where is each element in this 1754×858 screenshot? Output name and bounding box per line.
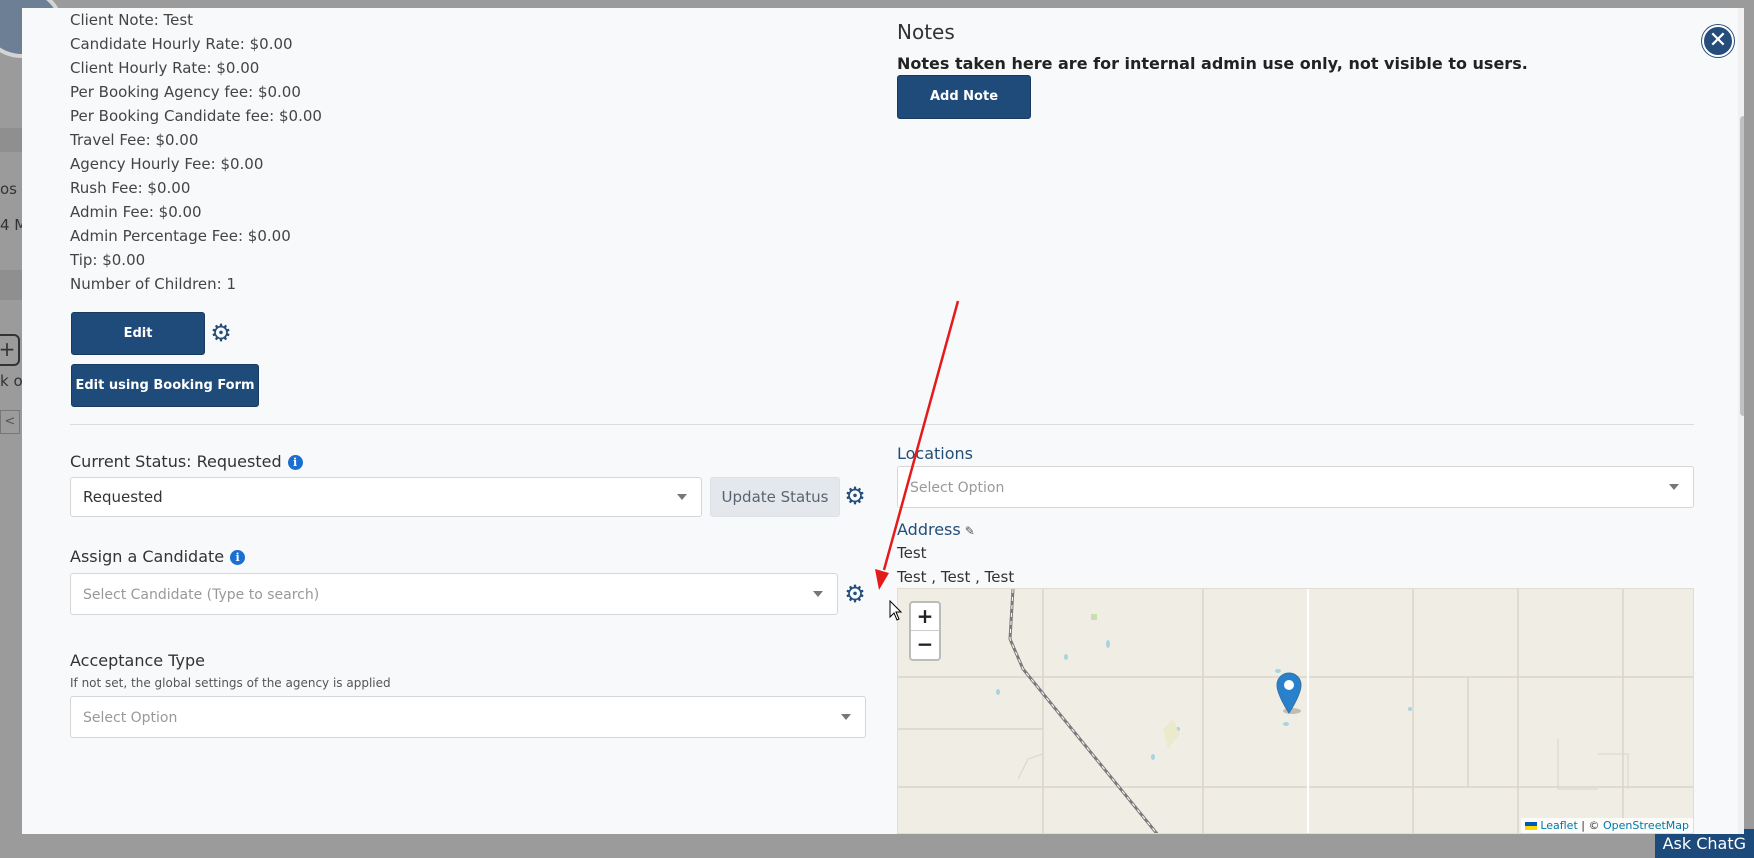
notes-title: Notes — [897, 20, 955, 44]
mouse-cursor-icon — [889, 600, 903, 621]
chevron-down-icon — [841, 714, 851, 720]
status-select[interactable]: Requested — [70, 477, 702, 517]
annotation-arrow — [875, 300, 960, 590]
edit-button[interactable]: Edit — [71, 312, 205, 355]
detail-per-booking-candidate-fee: Per Booking Candidate fee: $0.00 — [70, 107, 322, 125]
zoom-out-button[interactable]: − — [911, 631, 939, 659]
detail-rush-fee: Rush Fee: $0.00 — [70, 179, 191, 197]
detail-travel-fee: Travel Fee: $0.00 — [70, 131, 199, 149]
acceptance-type-label: Acceptance Type — [70, 651, 205, 670]
close-icon: ✕ — [1708, 28, 1728, 53]
background-text: k o — [0, 372, 23, 390]
notes-subtitle: Notes taken here are for internal admin … — [897, 54, 1528, 73]
detail-client-hourly-rate: Client Hourly Rate: $0.00 — [70, 59, 260, 77]
background-prev-button: < — [0, 410, 20, 434]
attribution-separator: | © — [1577, 819, 1603, 832]
detail-admin-percentage-fee: Admin Percentage Fee: $0.00 — [70, 227, 291, 245]
locations-select[interactable]: Select Option — [897, 466, 1694, 508]
edit-using-booking-form-button[interactable]: Edit using Booking Form — [71, 364, 259, 407]
acceptance-type-select[interactable]: Select Option — [70, 696, 866, 738]
acceptance-type-note: If not set, the global settings of the a… — [70, 676, 391, 690]
background-strip — [0, 270, 24, 300]
detail-candidate-hourly-rate: Candidate Hourly Rate: $0.00 — [70, 35, 293, 53]
assign-candidate-label: Assign a Candidate i — [70, 547, 246, 566]
chevron-down-icon — [813, 591, 823, 597]
gear-icon[interactable]: ⚙ — [210, 321, 232, 345]
detail-agency-hourly-fee: Agency Hourly Fee: $0.00 — [70, 155, 264, 173]
detail-client-note: Client Note: Test — [70, 11, 194, 29]
map[interactable]: + − Leaflet | © OpenStreetMap — [897, 588, 1694, 834]
openstreetmap-link[interactable]: OpenStreetMap — [1603, 819, 1689, 832]
scrollbar-thumb[interactable] — [1740, 116, 1744, 416]
booking-modal: Client Note: Test Candidate Hourly Rate:… — [22, 8, 1744, 834]
update-status-button[interactable]: Update Status — [710, 477, 840, 517]
detail-admin-fee: Admin Fee: $0.00 — [70, 203, 202, 221]
background-add-icon: + — [0, 334, 20, 366]
detail-tip: Tip: $0.00 — [70, 251, 146, 269]
info-icon[interactable]: i — [287, 455, 303, 470]
candidate-search-select[interactable]: Select Candidate (Type to search) — [70, 573, 838, 615]
ukraine-flag-icon — [1525, 822, 1538, 830]
detail-per-booking-agency-fee: Per Booking Agency fee: $0.00 — [70, 83, 301, 101]
leaflet-link[interactable]: Leaflet — [1540, 819, 1577, 832]
map-marker-icon[interactable] — [1276, 671, 1306, 715]
detail-number-of-children: Number of Children: 1 — [70, 275, 237, 293]
background-strip — [0, 128, 24, 152]
map-attribution: Leaflet | © OpenStreetMap — [1521, 818, 1693, 833]
chevron-down-icon — [677, 494, 687, 500]
chevron-down-icon — [1669, 484, 1679, 490]
info-icon[interactable]: i — [230, 550, 246, 565]
add-note-button[interactable]: Add Note — [897, 75, 1031, 119]
current-status-label: Current Status: Requested i — [70, 452, 303, 471]
close-modal-button[interactable]: ✕ — [1702, 25, 1734, 57]
